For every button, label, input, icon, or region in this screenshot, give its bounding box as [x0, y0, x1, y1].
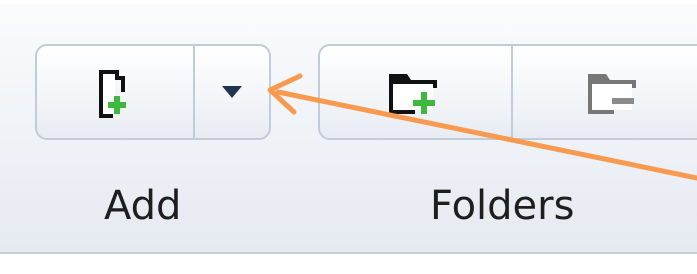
ribbon-bottom-edge: [0, 252, 697, 274]
add-dropdown-button[interactable]: [193, 46, 269, 138]
add-button[interactable]: [37, 46, 193, 138]
folders-group-label: Folders: [430, 183, 575, 229]
add-group-label: Add: [104, 183, 182, 229]
new-folder-button[interactable]: [320, 46, 511, 138]
remove-folder-button[interactable]: [511, 46, 697, 138]
remove-folder-minus-icon: [587, 74, 636, 114]
new-document-plus-icon: [99, 70, 126, 118]
new-folder-plus-icon: [388, 74, 437, 114]
add-button-group: [35, 44, 271, 140]
dropdown-triangle-icon: [222, 86, 242, 98]
folders-button-group: [318, 44, 697, 140]
ribbon-top-edge: [0, 0, 697, 4]
ribbon-panel: Add Folders: [0, 0, 697, 274]
